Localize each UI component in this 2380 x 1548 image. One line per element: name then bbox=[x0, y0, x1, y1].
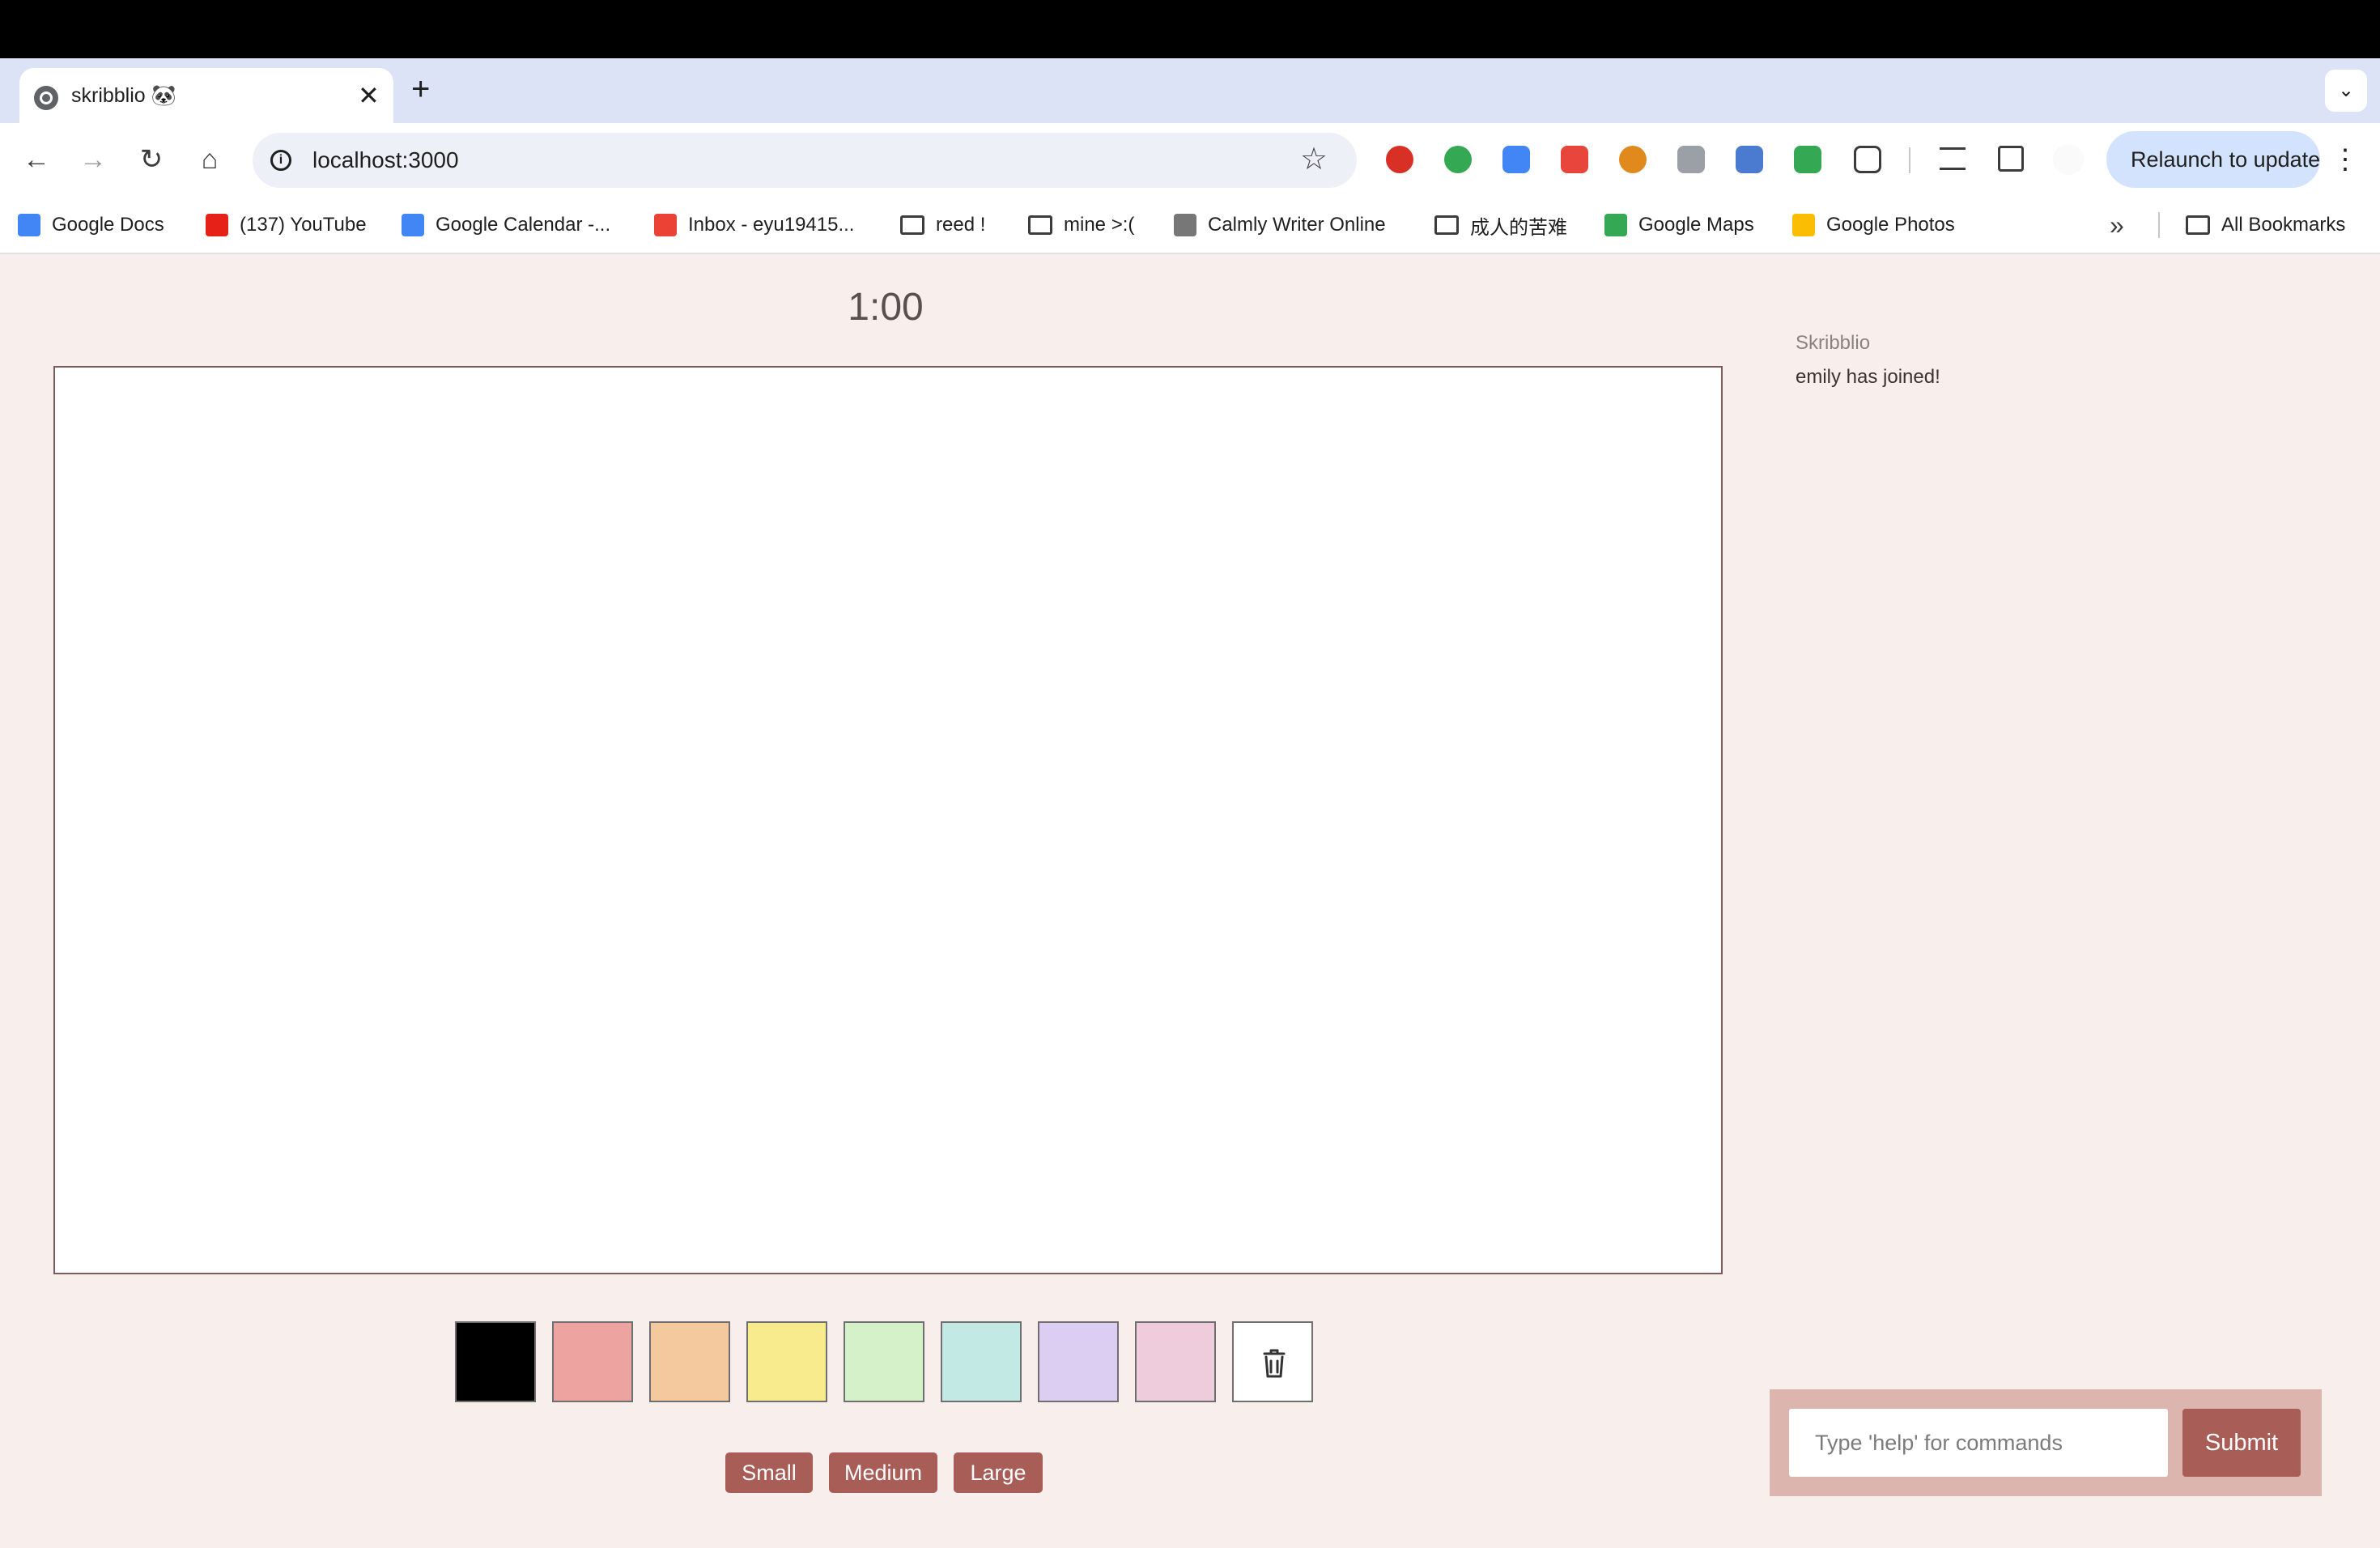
back-button[interactable]: ← bbox=[16, 139, 57, 180]
brush-size-medium-button[interactable]: Medium bbox=[829, 1452, 937, 1493]
docs-icon bbox=[18, 214, 40, 236]
color-swatch-rose[interactable] bbox=[1135, 1321, 1216, 1402]
bookmark-label: Calmly Writer Online bbox=[1208, 214, 1386, 236]
bookmark-label: reed ! bbox=[936, 214, 986, 236]
bookmarks-bar: Google Docs (137) YouTube Google Calenda… bbox=[0, 196, 2380, 254]
submit-button[interactable]: Submit bbox=[2182, 1409, 2301, 1477]
notion-extension-icon[interactable] bbox=[1736, 146, 1763, 173]
relaunch-button[interactable]: Relaunch to update bbox=[2106, 131, 2320, 188]
color-swatch-pink[interactable] bbox=[552, 1321, 633, 1402]
bookmark-label: 成人的苦难 bbox=[1470, 216, 1567, 239]
all-bookmarks-label: All Bookmarks bbox=[2221, 214, 2346, 236]
puzzle-extensions-icon[interactable] bbox=[1854, 146, 1881, 173]
brush-size-large-button[interactable]: Large bbox=[954, 1452, 1043, 1493]
bookmark-google-docs[interactable]: Google Docs bbox=[18, 211, 164, 240]
new-tab-button[interactable]: + bbox=[411, 71, 430, 107]
maps-icon bbox=[1604, 214, 1627, 236]
bookmarks-divider bbox=[2158, 212, 2160, 238]
bookmark-folder-chinese[interactable]: 成人的苦难 bbox=[1434, 211, 1567, 240]
bookmark-youtube[interactable]: (137) YouTube bbox=[206, 211, 367, 240]
bookmark-calmly-writer[interactable]: Calmly Writer Online bbox=[1174, 211, 1386, 240]
color-swatch-orange[interactable] bbox=[649, 1321, 730, 1402]
color-swatch-yellow[interactable] bbox=[746, 1321, 827, 1402]
highlighter-extension-icon[interactable] bbox=[1794, 146, 1821, 173]
chat-message: emily has joined! bbox=[1796, 366, 1940, 388]
bookmark-label: (137) YouTube bbox=[240, 214, 367, 236]
side-panel-icon[interactable] bbox=[1998, 146, 2024, 172]
round-timer: 1:00 bbox=[848, 286, 924, 329]
color-swatch-teal[interactable] bbox=[941, 1321, 1022, 1402]
all-bookmarks-folder[interactable]: All Bookmarks bbox=[2186, 211, 2345, 240]
brush-size-small-button[interactable]: Small bbox=[725, 1452, 813, 1493]
media-control-icon[interactable] bbox=[1940, 147, 1966, 170]
more-bookmarks-icon[interactable]: » bbox=[2110, 211, 2124, 240]
chat-sender-name: Skribblio bbox=[1796, 332, 1871, 354]
tab-skribblio[interactable]: skribblio 🐼 ✕ bbox=[19, 68, 393, 123]
tab-title: skribblio 🐼 bbox=[71, 84, 176, 107]
os-menu-bar bbox=[0, 0, 2380, 58]
tp-extension-icon[interactable] bbox=[1561, 146, 1588, 173]
adblock-extension-icon[interactable] bbox=[1386, 146, 1413, 173]
command-panel: Submit bbox=[1770, 1389, 2322, 1496]
command-input[interactable] bbox=[1789, 1409, 2168, 1477]
folder-icon bbox=[900, 215, 924, 235]
drawing-canvas[interactable] bbox=[53, 366, 1723, 1274]
bookmark-google-calendar[interactable]: Google Calendar -... bbox=[402, 211, 610, 240]
home-button[interactable]: ⌂ bbox=[189, 139, 230, 180]
folder-icon bbox=[1028, 215, 1052, 235]
bookmark-label: Inbox - eyu19415... bbox=[688, 214, 855, 236]
info-icon[interactable]: i bbox=[270, 150, 291, 171]
bookmark-google-photos[interactable]: Google Photos bbox=[1792, 211, 1955, 240]
color-swatch-black[interactable] bbox=[455, 1321, 536, 1402]
photos-icon bbox=[1792, 214, 1815, 236]
bookmark-label: Google Docs bbox=[52, 214, 164, 236]
trash-icon bbox=[1263, 1349, 1286, 1378]
bookmark-label: mine >:( bbox=[1064, 214, 1135, 236]
check-extension-icon[interactable] bbox=[1444, 146, 1472, 173]
color-swatch-green[interactable] bbox=[844, 1321, 924, 1402]
avatar[interactable] bbox=[2053, 144, 2084, 175]
toolbar-divider bbox=[1909, 147, 1910, 173]
bookmark-label: Google Maps bbox=[1638, 214, 1754, 236]
bookmark-inbox[interactable]: Inbox - eyu19415... bbox=[654, 211, 854, 240]
close-icon[interactable]: ✕ bbox=[358, 79, 380, 112]
reload-button[interactable]: ↻ bbox=[131, 139, 172, 180]
url-text[interactable]: localhost:3000 bbox=[312, 147, 459, 173]
folder-icon bbox=[1434, 215, 1459, 235]
bookmark-folder-mine[interactable]: mine >:( bbox=[1028, 211, 1134, 240]
tab-strip: skribblio 🐼 ✕ + ⌄ bbox=[0, 58, 2380, 123]
calmly-icon bbox=[1174, 214, 1196, 236]
calendar-icon bbox=[402, 214, 424, 236]
bookmark-label: Google Calendar -... bbox=[436, 214, 611, 236]
color-swatch-lavender[interactable] bbox=[1038, 1321, 1119, 1402]
youtube-icon bbox=[206, 214, 228, 236]
clear-canvas-button[interactable] bbox=[1232, 1321, 1313, 1402]
bookmark-google-maps[interactable]: Google Maps bbox=[1604, 211, 1754, 240]
document-extension-icon[interactable] bbox=[1677, 146, 1705, 173]
gmail-icon bbox=[654, 214, 677, 236]
address-bar[interactable]: i localhost:3000 ☆ bbox=[253, 133, 1357, 188]
compass-extension-icon[interactable] bbox=[1619, 146, 1647, 173]
relaunch-label: Relaunch to update bbox=[2131, 147, 2321, 172]
forward-button[interactable]: → bbox=[73, 139, 113, 180]
more-menu-icon[interactable]: ⋮ bbox=[2331, 139, 2359, 180]
globe-icon bbox=[34, 86, 58, 110]
bookmark-label: Google Photos bbox=[1826, 214, 1955, 236]
folder-icon bbox=[2186, 215, 2210, 235]
bookmark-folder-reed[interactable]: reed ! bbox=[900, 211, 985, 240]
chevron-down-icon[interactable]: ⌄ bbox=[2325, 70, 2367, 112]
translate-extension-icon[interactable] bbox=[1502, 146, 1530, 173]
browser-toolbar: ← → ↻ ⌂ i localhost:3000 ☆ Relaunch to u… bbox=[0, 123, 2380, 196]
star-icon[interactable]: ☆ bbox=[1300, 141, 1328, 178]
